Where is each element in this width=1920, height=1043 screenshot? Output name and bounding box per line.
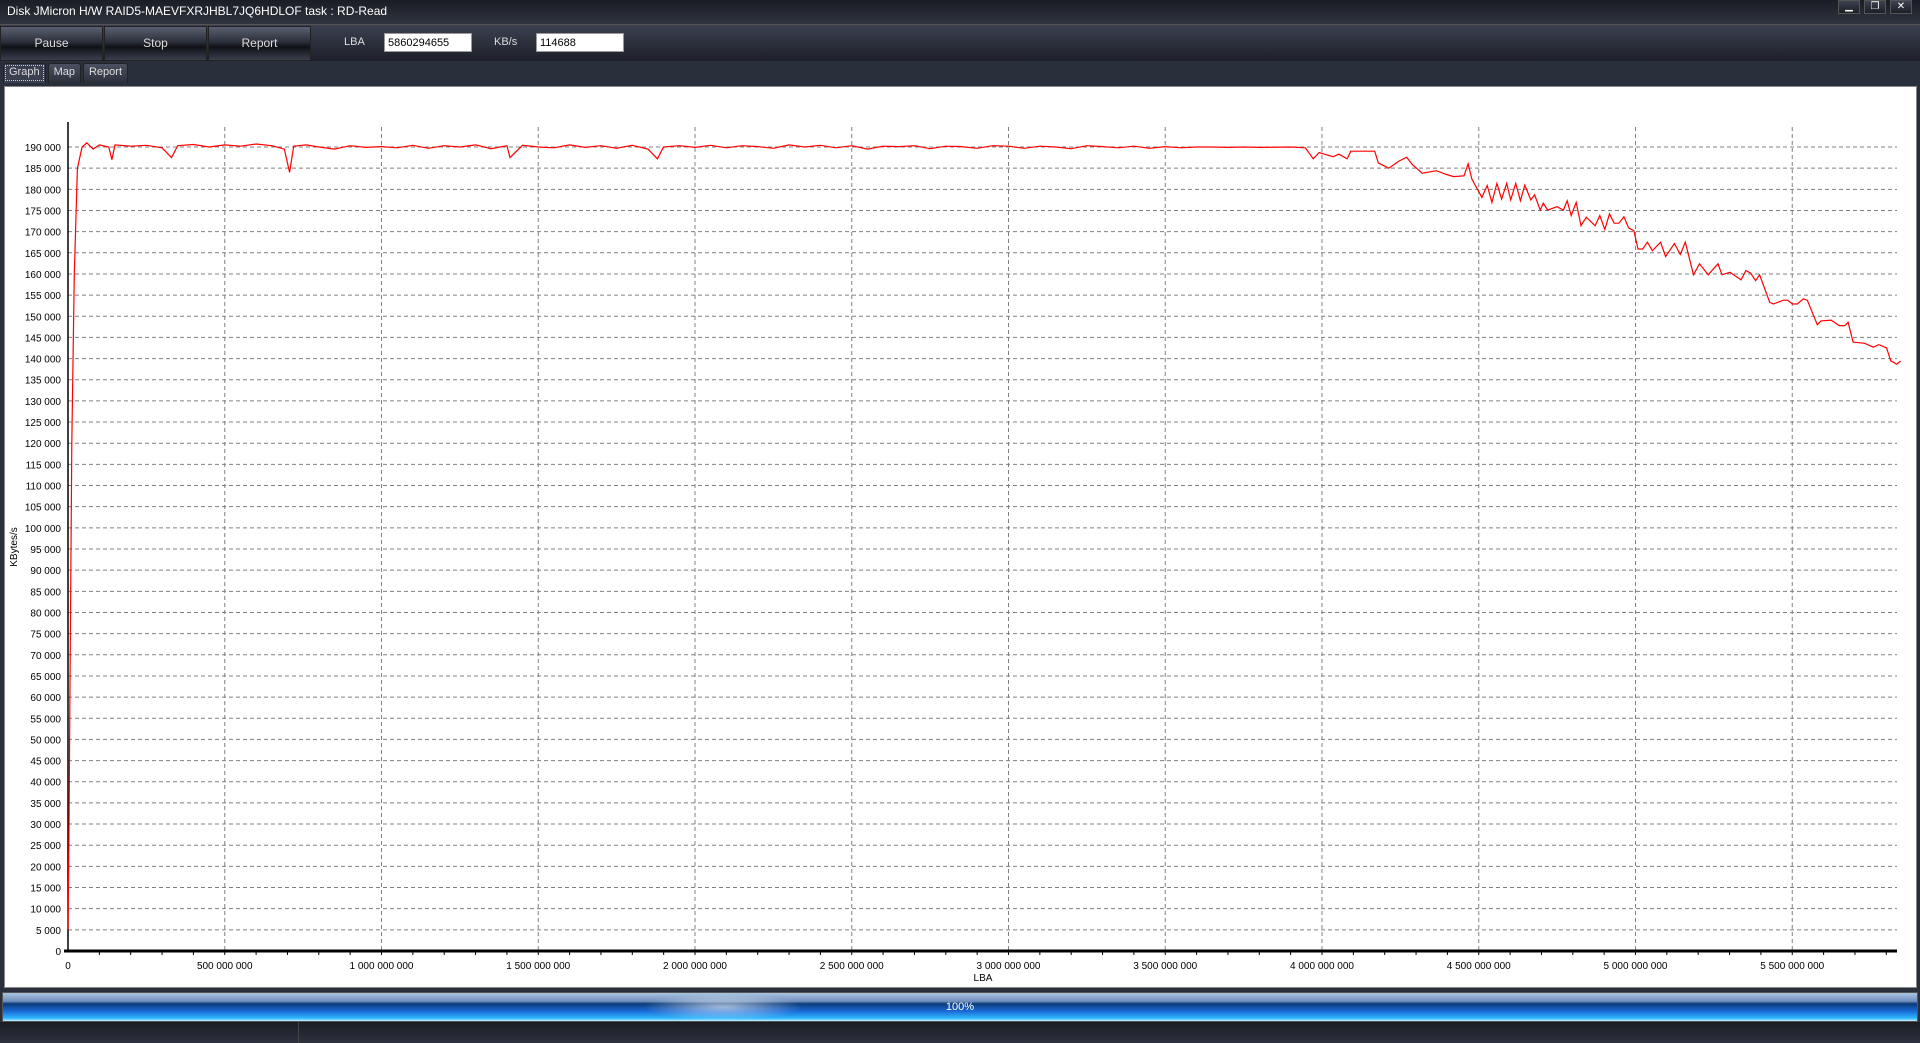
title-bar: Disk JMicron H/W RAID5-MAEVFXRJHBL7JQ6HD… [0, 0, 1920, 24]
y-tick-label: 85 000 [30, 587, 61, 598]
x-tick-label: 4 000 000 000 [1290, 961, 1354, 972]
y-tick-label: 65 000 [30, 672, 61, 683]
graph-panel: 0 5 000 10 000 15 000 20 000 25 000 30 000 35 0… [4, 86, 1917, 988]
x-axis-label: LBA [974, 973, 993, 984]
progress-bar: 100% [2, 992, 1918, 1022]
y-tick-label: 155 000 [25, 291, 62, 302]
tab-graph[interactable]: Graph [3, 63, 46, 83]
y-tick-label: 75 000 [30, 630, 61, 641]
pause-button[interactable]: Pause [0, 26, 103, 61]
y-tick-label: 105 000 [25, 503, 62, 514]
progress-label: 100% [945, 1001, 975, 1013]
kbs-label: KB/s [494, 36, 518, 48]
kbs-field[interactable] [536, 33, 624, 52]
speed-series-line [67, 141, 1902, 930]
restore-icon[interactable]: ❐ [1864, 0, 1886, 14]
y-tick-label: 135 000 [25, 376, 62, 387]
y-tick-label: 45 000 [30, 757, 61, 768]
y-tick-label: 100 000 [25, 524, 62, 535]
x-tick-label: 1 000 000 000 [350, 961, 414, 972]
y-tick-label: 165 000 [25, 249, 62, 260]
y-tick-label: 115 000 [26, 460, 62, 471]
minimize-icon[interactable]: ▁ [1838, 0, 1860, 14]
status-separator [298, 1022, 299, 1043]
y-tick-label: 185 000 [25, 164, 62, 175]
y-tick-label: 25 000 [30, 841, 61, 852]
x-tick-label: 500 000 000 [197, 961, 253, 972]
y-tick-label: 170 000 [25, 228, 62, 239]
y-tick-label: 80 000 [30, 608, 61, 619]
lba-label: LBA [344, 36, 365, 48]
x-tick-label: 1 500 000 000 [506, 961, 570, 972]
tab-report[interactable]: Report [82, 63, 129, 83]
y-tick-label: 10 000 [30, 905, 61, 916]
y-tick-label: 145 000 [25, 333, 62, 344]
x-tick-label: 5 000 000 000 [1604, 961, 1668, 972]
y-tick-label: 160 000 [25, 270, 62, 281]
y-tick-label: 0 [55, 947, 61, 958]
status-bar [0, 1022, 1920, 1043]
y-tick-label: 110 000 [26, 482, 62, 493]
y-tick-label: 20 000 [30, 862, 61, 873]
tab-bar: Graph Map Report [0, 63, 129, 85]
x-tick-label: 4 500 000 000 [1447, 961, 1511, 972]
y-tick-label: 90 000 [30, 566, 61, 577]
y-tick-label: 50 000 [30, 735, 61, 746]
y-tick-label: 175 000 [25, 206, 62, 217]
tab-map[interactable]: Map [47, 63, 81, 83]
speed-chart: 0 5 000 10 000 15 000 20 000 25 000 30 000 35 0… [9, 122, 1902, 984]
y-tick-label: 70 000 [30, 651, 61, 662]
y-tick-label: 55 000 [30, 714, 61, 725]
x-tick-label: 0 [65, 961, 71, 972]
x-tick-label: 2 000 000 000 [663, 961, 727, 972]
y-tick-label: 95 000 [30, 545, 61, 556]
y-tick-label: 35 000 [30, 799, 61, 810]
y-tick-label: 15 000 [30, 884, 61, 895]
x-tick-label: 3 000 000 000 [977, 961, 1041, 972]
y-tick-label: 30 000 [30, 820, 61, 831]
stop-button[interactable]: Stop [104, 26, 207, 61]
y-tick-label: 120 000 [25, 439, 62, 450]
y-tick-label: 125 000 [25, 418, 62, 429]
y-axis-label: KBytes/s [9, 527, 20, 566]
y-tick-label: 130 000 [25, 397, 62, 408]
y-tick-label: 60 000 [30, 693, 61, 704]
x-tick-label: 5 500 000 000 [1760, 961, 1824, 972]
y-tick-label: 180 000 [25, 185, 62, 196]
y-tick-label: 40 000 [30, 778, 61, 789]
lba-field[interactable] [384, 33, 472, 52]
toolbar: Pause Stop Report LBA KB/s [0, 24, 1920, 61]
y-tick-label: 5 000 [36, 926, 61, 937]
report-button[interactable]: Report [208, 26, 311, 61]
x-tick-label: 2 500 000 000 [820, 961, 884, 972]
y-tick-label: 140 000 [25, 355, 62, 366]
window-title: Disk JMicron H/W RAID5-MAEVFXRJHBL7JQ6HD… [7, 4, 388, 18]
y-tick-label: 150 000 [25, 312, 62, 323]
x-tick-label: 3 500 000 000 [1133, 961, 1197, 972]
close-icon[interactable]: ✕ [1890, 0, 1912, 14]
y-tick-label: 190 000 [25, 143, 62, 154]
